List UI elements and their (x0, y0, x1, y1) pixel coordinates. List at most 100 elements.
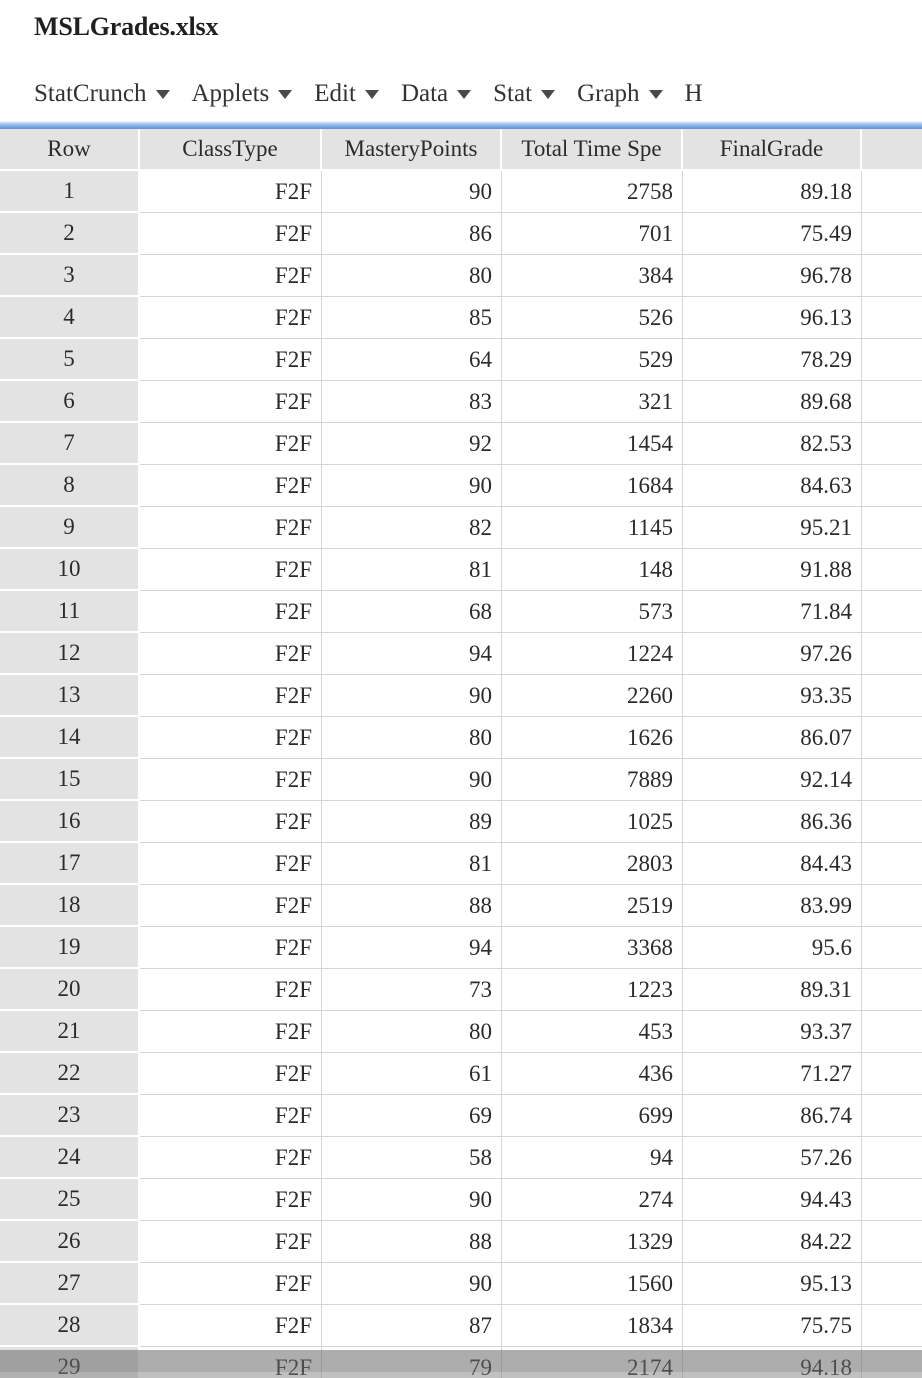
row-number-cell[interactable]: 6 (0, 381, 140, 423)
cell-time[interactable]: 453 (502, 1011, 683, 1053)
column-header-row[interactable]: Row (0, 129, 140, 171)
row-number-cell[interactable]: 14 (0, 717, 140, 759)
empty-cell[interactable] (862, 381, 922, 423)
cell-class[interactable]: F2F (140, 591, 322, 633)
cell-time[interactable]: 321 (502, 381, 683, 423)
menu-item-data[interactable]: Data (401, 79, 472, 109)
cell-mastery[interactable]: 90 (322, 675, 502, 717)
cell-final[interactable]: 91.88 (683, 549, 862, 591)
cell-class[interactable]: F2F (140, 171, 322, 213)
table-row[interactable]: 28 F2F 87 1834 75.75 (0, 1305, 922, 1347)
cell-time[interactable]: 2803 (502, 843, 683, 885)
row-number-cell[interactable]: 24 (0, 1137, 140, 1179)
column-header-class[interactable]: ClassType (140, 129, 322, 171)
cell-mastery[interactable]: 80 (322, 255, 502, 297)
cell-mastery[interactable]: 58 (322, 1137, 502, 1179)
cell-class[interactable]: F2F (140, 297, 322, 339)
cell-final[interactable]: 89.18 (683, 171, 862, 213)
spreadsheet-grid[interactable]: Row ClassType MasteryPoints Total Time Spe F… (0, 129, 922, 1378)
empty-cell[interactable] (862, 507, 922, 549)
row-number-cell[interactable]: 25 (0, 1179, 140, 1221)
cell-time[interactable]: 2260 (502, 675, 683, 717)
cell-time[interactable]: 699 (502, 1095, 683, 1137)
row-number-cell[interactable]: 1 (0, 171, 140, 213)
cell-final[interactable]: 93.35 (683, 675, 862, 717)
empty-cell[interactable] (862, 1179, 922, 1221)
cell-final[interactable]: 86.36 (683, 801, 862, 843)
empty-cell[interactable] (862, 675, 922, 717)
cell-mastery[interactable]: 85 (322, 297, 502, 339)
table-row[interactable]: 26 F2F 88 1329 84.22 (0, 1221, 922, 1263)
cell-final[interactable]: 71.27 (683, 1053, 862, 1095)
row-number-cell[interactable]: 28 (0, 1305, 140, 1347)
cell-final[interactable]: 93.37 (683, 1011, 862, 1053)
cell-time[interactable]: 7889 (502, 759, 683, 801)
cell-time[interactable]: 436 (502, 1053, 683, 1095)
row-number-cell[interactable]: 5 (0, 339, 140, 381)
cell-class[interactable]: F2F (140, 549, 322, 591)
menu-item-statcrunch[interactable]: StatCrunch (34, 79, 170, 109)
empty-cell[interactable] (862, 801, 922, 843)
table-row[interactable]: 12 F2F 94 1224 97.26 (0, 633, 922, 675)
cell-time[interactable]: 701 (502, 213, 683, 255)
menu-item-stat[interactable]: Stat (493, 79, 556, 109)
cell-class[interactable]: F2F (140, 1263, 322, 1305)
table-row[interactable]: 17 F2F 81 2803 84.43 (0, 843, 922, 885)
cell-final[interactable]: 71.84 (683, 591, 862, 633)
cell-class[interactable]: F2F (140, 633, 322, 675)
cell-final[interactable]: 78.29 (683, 339, 862, 381)
cell-class[interactable]: F2F (140, 213, 322, 255)
table-row[interactable]: 6 F2F 83 321 89.68 (0, 381, 922, 423)
table-row[interactable]: 13 F2F 90 2260 93.35 (0, 675, 922, 717)
cell-class[interactable]: F2F (140, 927, 322, 969)
cell-time[interactable]: 529 (502, 339, 683, 381)
cell-class[interactable]: F2F (140, 1137, 322, 1179)
table-row[interactable]: 8 F2F 90 1684 84.63 (0, 465, 922, 507)
cell-mastery[interactable]: 83 (322, 381, 502, 423)
cell-time[interactable]: 1223 (502, 969, 683, 1011)
row-number-cell[interactable]: 21 (0, 1011, 140, 1053)
row-number-cell[interactable]: 22 (0, 1053, 140, 1095)
empty-cell[interactable] (862, 255, 922, 297)
cell-mastery[interactable]: 94 (322, 633, 502, 675)
empty-cell[interactable] (862, 1011, 922, 1053)
cell-final[interactable]: 75.49 (683, 213, 862, 255)
cell-mastery[interactable]: 68 (322, 591, 502, 633)
empty-cell[interactable] (862, 927, 922, 969)
cell-final[interactable]: 92.14 (683, 759, 862, 801)
cell-time[interactable]: 94 (502, 1137, 683, 1179)
table-row[interactable]: 24 F2F 58 94 57.26 (0, 1137, 922, 1179)
table-row[interactable]: 18 F2F 88 2519 83.99 (0, 885, 922, 927)
table-row[interactable]: 2 F2F 86 701 75.49 (0, 213, 922, 255)
empty-cell[interactable] (862, 591, 922, 633)
empty-cell[interactable] (862, 759, 922, 801)
cell-class[interactable]: F2F (140, 423, 322, 465)
row-number-cell[interactable]: 11 (0, 591, 140, 633)
cell-class[interactable]: F2F (140, 885, 322, 927)
empty-cell[interactable] (862, 717, 922, 759)
cell-time[interactable]: 1454 (502, 423, 683, 465)
cell-final[interactable]: 97.26 (683, 633, 862, 675)
row-number-cell[interactable]: 3 (0, 255, 140, 297)
cell-mastery[interactable]: 87 (322, 1305, 502, 1347)
menu-item-edit[interactable]: Edit (314, 79, 379, 109)
table-row[interactable]: 20 F2F 73 1223 89.31 (0, 969, 922, 1011)
cell-final[interactable]: 96.78 (683, 255, 862, 297)
cell-time[interactable]: 1025 (502, 801, 683, 843)
cell-time[interactable]: 526 (502, 297, 683, 339)
cell-time[interactable]: 148 (502, 549, 683, 591)
cell-class[interactable]: F2F (140, 843, 322, 885)
cell-final[interactable]: 89.68 (683, 381, 862, 423)
empty-cell[interactable] (862, 843, 922, 885)
cell-final[interactable]: 83.99 (683, 885, 862, 927)
row-number-cell[interactable]: 12 (0, 633, 140, 675)
cell-class[interactable]: F2F (140, 1179, 322, 1221)
table-row[interactable]: 21 F2F 80 453 93.37 (0, 1011, 922, 1053)
cell-time[interactable]: 1626 (502, 717, 683, 759)
cell-time[interactable]: 1145 (502, 507, 683, 549)
cell-final[interactable]: 86.74 (683, 1095, 862, 1137)
row-number-cell[interactable]: 8 (0, 465, 140, 507)
table-row[interactable]: 16 F2F 89 1025 86.36 (0, 801, 922, 843)
cell-time[interactable]: 2758 (502, 171, 683, 213)
empty-cell[interactable] (862, 885, 922, 927)
